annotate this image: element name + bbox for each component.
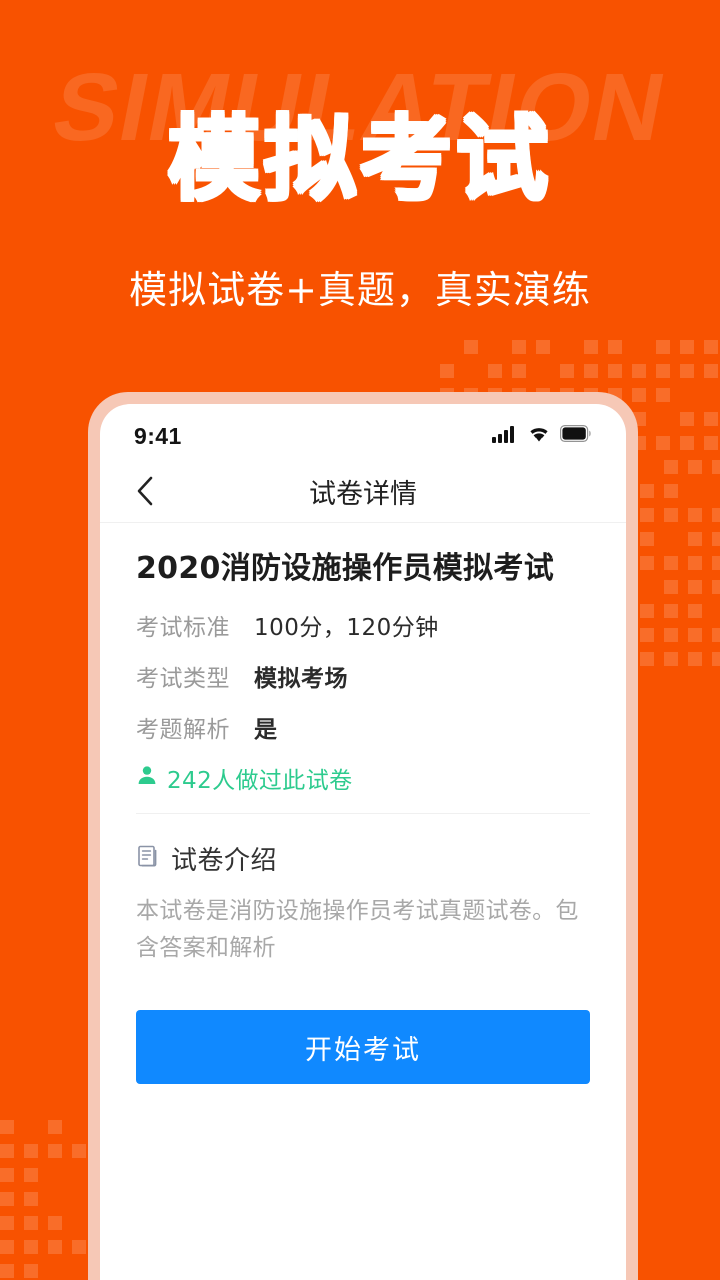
decorative-dot-grid-bottom-left [0,1120,90,1280]
cellular-signal-icon [492,425,518,448]
doers-count-text: 242人做过此试卷 [167,767,353,794]
battery-full-icon [560,425,592,447]
nav-bar: 试卷详情 [100,460,626,523]
doers-count-row: 242人做过此试卷 [136,761,590,795]
meta-label: 考题解析 [136,716,230,743]
phone-screen: 9:41 试卷详情 2020消防设施操作员模拟考试 考试标准 100分，120分… [100,404,626,1280]
meta-row-analysis: 考题解析 是 [136,710,590,744]
person-icon [136,764,158,791]
paper-detail-content: 2020消防设施操作员模拟考试 考试标准 100分，120分钟 考试类型 模拟考… [100,523,626,1084]
meta-row-type: 考试类型 模拟考场 [136,659,590,693]
intro-section-title: 试卷介绍 [171,845,278,876]
status-bar-time: 9:41 [134,422,182,449]
document-icon [136,844,160,873]
wifi-icon [527,425,551,448]
meta-label: 考试类型 [136,665,230,692]
chevron-left-icon[interactable] [128,474,162,508]
section-divider [136,812,590,814]
decorative-dot-grid-right [640,460,720,666]
meta-value: 模拟考场 [254,665,348,692]
status-bar: 9:41 [100,404,626,460]
meta-row-standard: 考试标准 100分，120分钟 [136,608,590,642]
start-exam-button[interactable]: 开始考试 [136,1010,590,1084]
nav-bar-title: 试卷详情 [309,478,417,510]
promo-screen: SIMULATION 模拟考试 模拟试卷+真题，真实演练 9:41 试卷详情 2… [0,0,720,1280]
paper-title: 2020消防设施操作员模拟考试 [136,551,554,586]
meta-value: 是 [254,716,278,743]
page-subtitle: 模拟试卷+真题，真实演练 [129,268,591,312]
phone-mockup-frame: 9:41 试卷详情 2020消防设施操作员模拟考试 考试标准 100分，120分… [88,392,638,1280]
page-title: 模拟考试 [167,106,552,213]
meta-value: 100分，120分钟 [254,614,439,641]
intro-section-body: 本试卷是消防设施操作员考试真题试卷。包含答案和解析 [136,897,579,961]
meta-label: 考试标准 [136,614,230,641]
intro-section-header: 试卷介绍 [136,840,590,877]
status-bar-icons [492,425,592,448]
